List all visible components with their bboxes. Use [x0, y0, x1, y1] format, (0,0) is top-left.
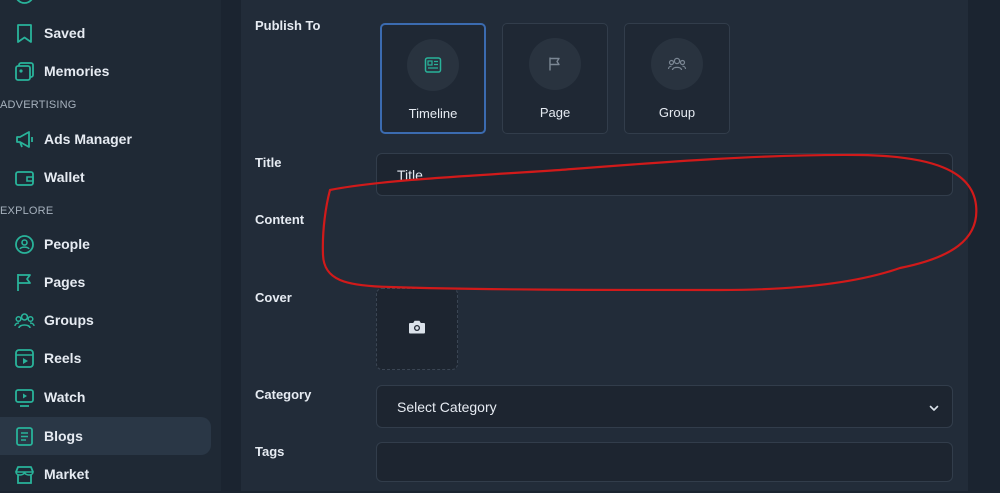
megaphone-icon [14, 129, 35, 150]
flag-icon [529, 38, 581, 90]
publish-option-label: Timeline [408, 106, 458, 121]
reels-icon [14, 348, 35, 369]
people-icon [14, 234, 35, 255]
sidebar-item-memories[interactable]: Memories [0, 52, 211, 90]
tags-input[interactable] [376, 442, 953, 482]
sidebar-item-watch[interactable]: Watch [0, 378, 211, 416]
title-label: Title [255, 155, 282, 170]
chevron-down-icon [928, 401, 940, 419]
title-input-value: Title [397, 167, 423, 183]
publish-option-timeline[interactable]: Timeline [380, 23, 486, 134]
sidebar-item-blogs[interactable]: Blogs [0, 417, 211, 455]
sidebar: Saved Memories ADVERTISING Ads Manager W… [0, 0, 221, 491]
flag-icon [14, 272, 35, 293]
sidebar-item-label: Reels [44, 350, 82, 366]
group-icon [651, 38, 703, 90]
cover-upload-button[interactable] [376, 288, 458, 370]
camera-icon [408, 319, 426, 340]
publish-option-label: Page [539, 105, 571, 120]
section-title-advertising: ADVERTISING [0, 99, 77, 111]
wallet-icon [14, 167, 35, 188]
section-title-explore: EXPLORE [0, 205, 54, 217]
timeline-icon [407, 39, 459, 91]
memories-icon [14, 61, 35, 82]
category-select-value: Select Category [397, 399, 497, 415]
sidebar-item-label: People [44, 236, 90, 252]
content-editor[interactable] [376, 206, 953, 276]
sidebar-item-reels[interactable]: Reels [0, 339, 211, 377]
sidebar-item-label: Watch [44, 389, 86, 405]
sidebar-item-label: Blogs [44, 428, 83, 444]
publish-option-group[interactable]: Group [624, 23, 730, 134]
sidebar-item-people[interactable]: People [0, 225, 211, 263]
sidebar-item-label: Groups [44, 312, 94, 328]
bookmark-icon [14, 23, 35, 44]
watch-icon [14, 387, 35, 408]
sidebar-item-pages[interactable]: Pages [0, 263, 211, 301]
sidebar-item-label: Pages [44, 274, 86, 290]
sidebar-item-saved[interactable]: Saved [0, 14, 211, 52]
sidebar-item-label: Saved [44, 25, 86, 41]
title-input[interactable]: Title [376, 153, 953, 196]
sidebar-item-label: Memories [44, 63, 110, 79]
category-label: Category [255, 387, 312, 402]
blog-icon [14, 426, 35, 447]
publish-option-page[interactable]: Page [502, 23, 608, 134]
publish-to-label: Publish To [255, 18, 321, 33]
groups-icon [14, 310, 35, 331]
sidebar-item-groups[interactable]: Groups [0, 301, 211, 339]
cover-label: Cover [255, 290, 292, 305]
sidebar-item-wallet[interactable]: Wallet [0, 158, 211, 196]
publish-option-label: Group [658, 105, 696, 120]
content-label: Content [255, 212, 305, 227]
sidebar-item-market[interactable]: Market [0, 455, 211, 493]
partial-icon [14, 0, 35, 6]
sidebar-item-ads-manager[interactable]: Ads Manager [0, 120, 211, 158]
sidebar-item-label: Ads Manager [44, 131, 132, 147]
page-gutter [968, 0, 1000, 491]
market-icon [14, 464, 35, 485]
sidebar-item-label: Market [44, 466, 90, 482]
tags-label: Tags [255, 444, 285, 459]
category-select[interactable]: Select Category [376, 385, 953, 428]
sidebar-item-label: Wallet [44, 169, 85, 185]
